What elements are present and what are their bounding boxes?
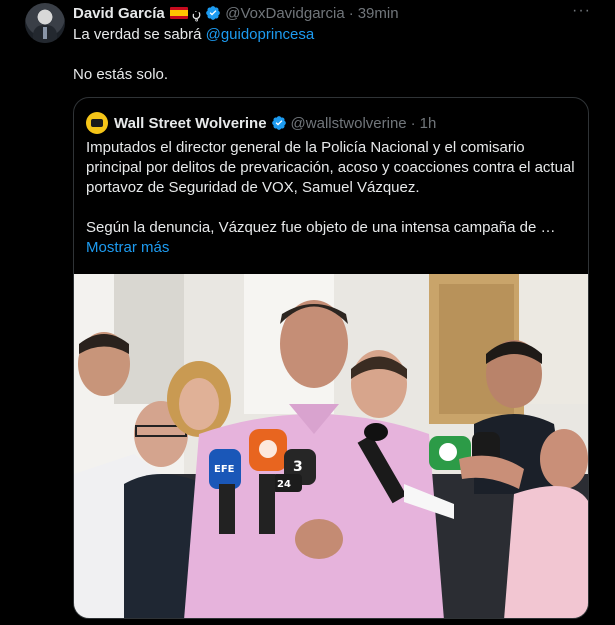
verified-badge-icon [271, 116, 286, 130]
quote-photo[interactable]: EFE 3 24 [74, 274, 588, 618]
verified-badge-icon [206, 6, 221, 20]
quote-author-handle[interactable]: @wallstwolverine [291, 115, 407, 132]
mic-label-efe: EFE [214, 464, 235, 475]
quote-text: Imputados el director general de la Poli… [86, 138, 576, 258]
quote-author-name[interactable]: Wall Street Wolverine [114, 115, 267, 132]
quote-author-avatar[interactable] [86, 112, 108, 134]
separator-dot: · [410, 114, 416, 132]
more-options-icon[interactable]: ··· [572, 2, 591, 20]
quoted-tweet[interactable]: Wall Street Wolverine @wallstwolverine ·… [73, 97, 589, 619]
author-name[interactable]: David García [73, 5, 165, 22]
quote-header: Wall Street Wolverine @wallstwolverine ·… [86, 112, 436, 134]
quote-timestamp[interactable]: 1h [420, 115, 437, 132]
spain-flag-icon [169, 7, 188, 19]
quote-paragraph-2: Según la denuncia, Vázquez fue objeto de… [86, 219, 556, 236]
quote-paragraph-1: Imputados el director general de la Poli… [86, 139, 575, 196]
tweet-header: David García ڼ @VoxDavidgarcia · 39min [73, 4, 399, 22]
author-handle[interactable]: @VoxDavidgarcia [225, 5, 344, 22]
mic-label-24: 24 [277, 479, 291, 490]
tweet-text-line2: No estás solo. [73, 66, 169, 83]
press-scene-image: EFE 3 24 [74, 274, 588, 618]
tweet-text: La verdad se sabrá [73, 26, 206, 43]
mic-label-3: 3 [293, 459, 303, 475]
author-avatar[interactable] [25, 3, 65, 43]
separator-dot: · [348, 4, 354, 22]
author-name-glyph: ڼ [191, 5, 202, 20]
tweet[interactable]: David García ڼ @VoxDavidgarcia · 39min ·… [0, 0, 615, 625]
tweet-timestamp[interactable]: 39min [358, 5, 399, 22]
tweet-text-line1: La verdad se sabrá @guidoprincesa [73, 25, 314, 45]
mention-link[interactable]: @guidoprincesa [206, 26, 315, 43]
show-more-link[interactable]: Mostrar más [86, 238, 576, 258]
